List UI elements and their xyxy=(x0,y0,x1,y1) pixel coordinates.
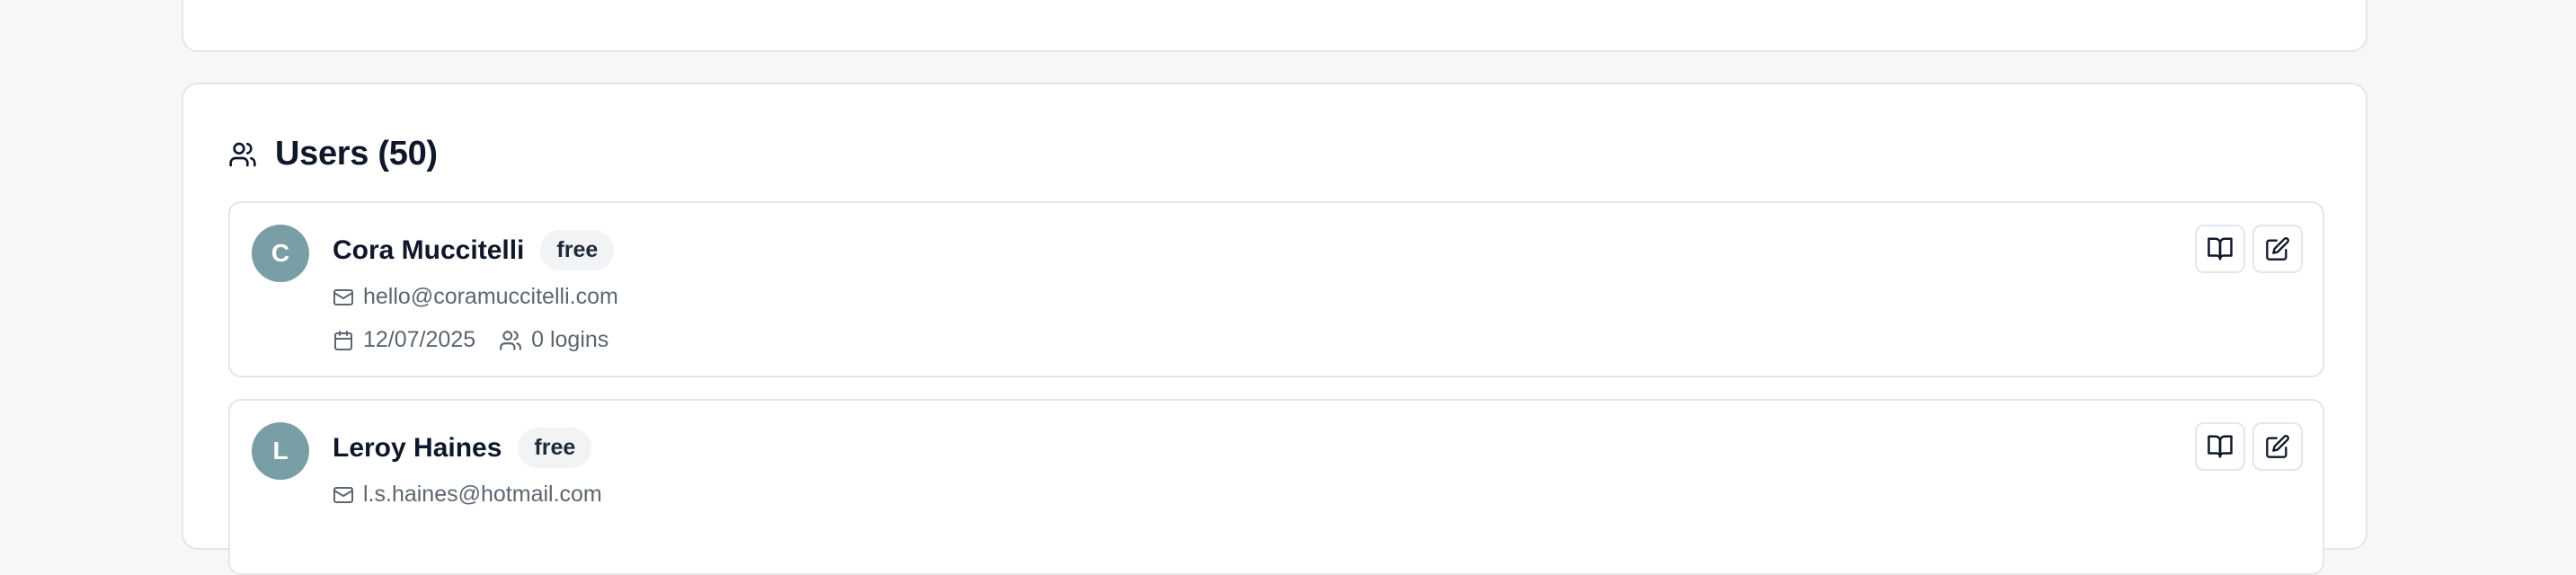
users-icon xyxy=(228,140,257,169)
user-name: Cora Muccitelli xyxy=(333,234,525,265)
view-book-button[interactable] xyxy=(2195,422,2245,471)
plan-badge: free xyxy=(518,428,592,468)
avatar: L xyxy=(252,422,309,480)
date-group: 12/07/2025 xyxy=(333,327,475,353)
user-email: hello@coramuccitelli.com xyxy=(363,284,618,309)
users-card: Users (50) C Cora Muccitelli free hello@… xyxy=(182,83,2367,575)
user-email: l.s.haines@hotmail.com xyxy=(363,482,602,507)
calendar-icon xyxy=(333,330,354,351)
user-row[interactable]: C Cora Muccitelli free hello@coramuccite… xyxy=(228,201,2324,377)
avatar: C xyxy=(252,225,309,282)
users-title: Users (50) xyxy=(275,135,438,172)
mail-icon xyxy=(333,484,354,506)
user-name: Leroy Haines xyxy=(333,432,502,463)
view-book-button[interactable] xyxy=(2195,225,2245,273)
user-name-line: Cora Muccitelli free xyxy=(333,230,615,270)
stats-line: 12/07/2025 0 logins xyxy=(333,327,608,353)
email-line: hello@coramuccitelli.com xyxy=(333,284,618,310)
row-actions xyxy=(2195,225,2303,273)
edit-button[interactable] xyxy=(2252,422,2303,471)
book-open-icon xyxy=(2207,435,2233,458)
edit-icon xyxy=(2266,435,2289,458)
user-logins: 0 logins xyxy=(531,327,609,352)
users-header: Users (50) xyxy=(228,135,438,173)
row-actions xyxy=(2195,422,2303,471)
plan-badge: free xyxy=(540,230,615,270)
edit-button[interactable] xyxy=(2252,225,2303,273)
email-line: l.s.haines@hotmail.com xyxy=(333,482,602,508)
previous-section-card xyxy=(182,0,2367,52)
book-open-icon xyxy=(2207,237,2233,261)
logins-group: 0 logins xyxy=(499,327,608,353)
user-date: 12/07/2025 xyxy=(363,327,476,352)
user-name-line: Leroy Haines free xyxy=(333,428,592,468)
edit-icon xyxy=(2266,237,2289,261)
users-icon xyxy=(499,329,522,352)
user-row[interactable]: L Leroy Haines free l.s.haines@hotmail.c… xyxy=(228,399,2324,575)
mail-icon xyxy=(333,287,354,308)
